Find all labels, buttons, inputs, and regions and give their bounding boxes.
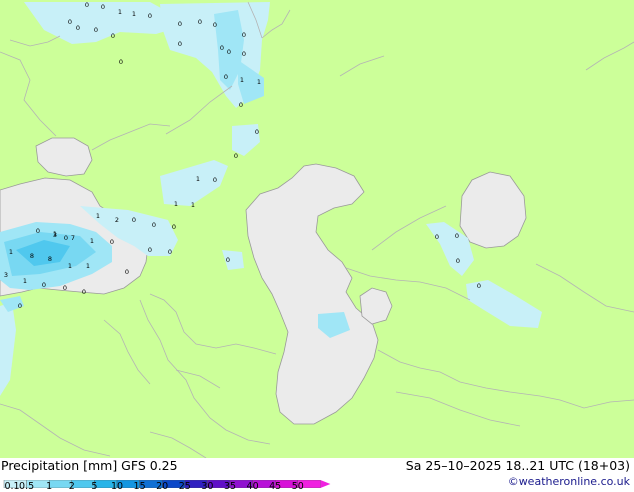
legend-tick-label: 35	[223, 481, 237, 492]
precip-value: 0	[111, 32, 115, 40]
precip-value: 0	[239, 101, 243, 109]
precip-value: 0	[36, 227, 40, 235]
precip-value: 0	[119, 58, 123, 66]
precip-value: 0	[455, 232, 459, 240]
precip-value: 0	[76, 24, 80, 32]
precip-value: 0	[101, 3, 105, 11]
precip-value: 2	[115, 216, 119, 224]
precip-value: 0	[178, 20, 182, 28]
precip-value: 0	[234, 152, 238, 160]
precip-value: 0	[132, 216, 136, 224]
precip-value: 0	[226, 256, 230, 264]
precip-value: 1	[9, 248, 13, 256]
precip-value: 0	[227, 48, 231, 56]
precip-value: 0	[435, 233, 439, 241]
precip-value: 0	[172, 223, 176, 231]
precip-value: 0	[213, 176, 217, 184]
precip-value: 0	[168, 248, 172, 256]
precip-value: 1	[196, 175, 200, 183]
precip-value: 1	[118, 8, 122, 16]
legend-tick-label: 45	[269, 481, 282, 492]
precip-value: 0	[242, 50, 246, 58]
precip-value: 0	[18, 302, 22, 310]
precip-value: 0	[125, 268, 129, 276]
precip-value: 0	[42, 281, 46, 289]
map-canvas: 0 0 0 1 0 0 1 0 0 0 0 0 0 0 0 0 0 0 0 1 …	[0, 0, 634, 458]
precip-value: 0	[255, 128, 259, 136]
precip-value: 7	[71, 234, 75, 242]
precip-value: 1	[174, 200, 178, 208]
precip-value: 0	[94, 26, 98, 34]
legend-tick-label: 0.1	[4, 481, 20, 492]
precip-value: 1	[90, 237, 94, 245]
precip-value: 1	[86, 262, 90, 270]
legend-tick-label: 10	[110, 481, 124, 492]
precip-value: 0	[178, 40, 182, 48]
precip-value: 0	[220, 44, 224, 52]
precip-value: 1	[191, 201, 195, 209]
precip-value: 0	[152, 221, 156, 229]
precip-value: 1	[132, 10, 136, 18]
precip-value: 1	[68, 262, 72, 270]
precip-value: 0	[198, 18, 202, 26]
legend-tick-label: 1	[46, 481, 53, 492]
precip-value: 1	[96, 212, 100, 220]
precip-value: 0	[148, 246, 152, 254]
legend-arrow	[320, 480, 331, 488]
legend-tick-label: 25	[178, 481, 191, 492]
legend-tick-label: 2	[68, 481, 75, 492]
precip-value: 0	[224, 73, 228, 81]
precip-value: 0	[63, 284, 67, 292]
legend-tick-label: 15	[133, 481, 146, 492]
precip-value: 0	[456, 257, 460, 265]
legend-tick-label: 50	[291, 481, 304, 492]
precip-value: 0	[85, 1, 89, 9]
precip-value: 1	[257, 78, 261, 86]
precip-value: 0	[242, 31, 246, 39]
precip-value: 0	[64, 234, 68, 242]
precip-value: 0	[213, 21, 217, 29]
precip-value: 0	[110, 238, 114, 246]
precipitation-map: 0 0 0 1 0 0 1 0 0 0 0 0 0 0 0 0 0 0 0 1 …	[0, 0, 634, 458]
legend-tick-label: 20	[156, 481, 169, 492]
precip-value: 8	[30, 252, 34, 260]
map-title: Precipitation [mm] GFS 0.25	[1, 458, 178, 473]
precip-value: 1	[240, 76, 244, 84]
precip-value: 3	[53, 231, 57, 239]
precip-value: 0	[148, 12, 152, 20]
precip-value: 0	[68, 18, 72, 26]
valid-time: Sa 25–10–2025 18..21 UTC (18+03)	[405, 458, 630, 473]
precip-value: 3	[4, 271, 8, 279]
legend-tick-label: 30	[201, 481, 214, 492]
credit-link[interactable]: ©weatheronline.co.uk	[508, 475, 630, 488]
legend-tick-label: 40	[246, 481, 259, 492]
precip-value: 8	[48, 255, 52, 263]
legend-tick-label: 0.5	[19, 481, 35, 492]
legend-tick-label: 5	[91, 481, 98, 492]
precip-value: 0	[477, 282, 481, 290]
precip-value: 1	[23, 277, 27, 285]
precip-value: 0	[82, 288, 86, 296]
